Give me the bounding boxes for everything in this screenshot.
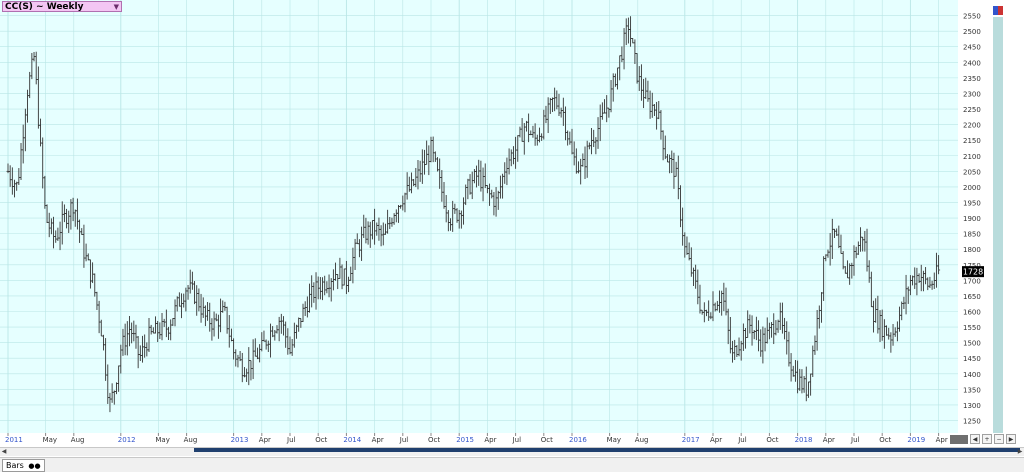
x-tick-label: Oct [315,436,327,444]
x-tick-label: Apr [484,436,496,444]
scroll-right-button[interactable]: ▶ [1006,434,1016,444]
x-tick-label: Oct [766,436,778,444]
x-tick-label: 2017 [682,436,700,444]
x-tick-label: 2012 [118,436,136,444]
x-tick-label: 2014 [343,436,361,444]
y-tick-label: 2000 [963,184,981,192]
y-tick-label: 1850 [963,231,981,239]
chevron-down-icon: ▼ [113,3,119,11]
price-chart[interactable]: 1250 1300 1350 1400 1450 1500 1550 1600 1650 1700… [0,0,1024,447]
y-tick-label: 1900 [963,215,981,223]
x-tick-label: Apr [259,436,271,444]
y-tick-label: 1350 [963,386,981,394]
scroll-left-arrow-icon[interactable]: ◀ [0,448,8,456]
bars-tab[interactable]: Bars ●● [2,459,45,472]
x-tick-label: 2011 [5,436,23,444]
x-tick-label: May [607,436,621,444]
x-tick-label: Aug [184,436,198,444]
x-tick-label: Jul [850,436,860,444]
y-tick-label: 2100 [963,153,981,161]
x-tick-label: Jul [737,436,747,444]
symbol-label: CC(S) ~ Weekly [5,2,84,12]
x-tick-label: Jul [399,436,409,444]
x-tick-label: 2019 [907,436,925,444]
x-tick-label: Jul [512,436,522,444]
zoom-out-button[interactable]: − [994,434,1004,444]
y-tick-label: 2350 [963,75,981,83]
x-tick-label: Oct [428,436,440,444]
y-tick-label: 2550 [963,13,981,21]
y-tick-label: 2200 [963,122,981,130]
x-tick-label: 2016 [569,436,587,444]
y-tick-label: 2500 [963,28,981,36]
zoom-in-button[interactable]: + [982,434,992,444]
y-tick-label: 2150 [963,137,981,145]
x-axis-end-marker [950,435,968,444]
x-tick-label: Apr [372,436,384,444]
x-tick-label: 2013 [231,436,249,444]
circles-icon: ●● [28,462,41,470]
x-tick-label: Apr [710,436,722,444]
x-tick-label: Oct [879,436,891,444]
y-tick-label: 1400 [963,371,981,379]
x-tick-label: Aug [71,436,85,444]
y-tick-label: 1550 [963,324,981,332]
symbol-selector[interactable]: CC(S) ~ Weekly ▼ [2,1,122,12]
x-tick-label: Oct [541,436,553,444]
y-tick-label: 1650 [963,293,981,301]
x-tick-label: Apr [823,436,835,444]
y-tick-label: 1300 [963,402,981,410]
data-source-icon[interactable] [993,6,1003,15]
y-tick-label: 1600 [963,309,981,317]
y-tick-label: 2050 [963,168,981,176]
y-tick-label: 2300 [963,90,981,98]
y-tick-label: 1450 [963,355,981,363]
x-tick-label: Jul [286,436,296,444]
last-price-label: 1728 [963,268,983,277]
last-price-badge: 1728 [962,266,984,278]
x-tick-label: Apr [936,436,948,444]
horizontal-scrollbar[interactable]: ◀ ▶ [0,447,1024,456]
y-tick-label: 2250 [963,106,981,114]
y-tick-label: 2450 [963,44,981,52]
x-tick-label: May [43,436,57,444]
scroll-right-arrow-icon[interactable]: ▶ [1016,448,1024,456]
y-tick-label: 1800 [963,246,981,254]
bars-tab-label: Bars [6,461,24,470]
scroll-left-button[interactable]: ◀ [970,434,980,444]
x-tick-label: 2018 [795,436,813,444]
x-tick-label: May [155,436,169,444]
y-tick-label: 1250 [963,418,981,426]
status-bar: Bars ●● [0,457,1024,472]
scrollbar-thumb[interactable] [194,448,1020,452]
right-scale-strip[interactable] [993,17,1003,433]
x-axis-panel [0,433,958,447]
y-tick-label: 2400 [963,59,981,67]
plot-area[interactable] [0,0,958,433]
y-tick-label: 1950 [963,199,981,207]
x-tick-label: 2015 [456,436,474,444]
y-tick-label: 1500 [963,340,981,348]
x-tick-label: Aug [635,436,649,444]
y-tick-label: 1700 [963,277,981,285]
